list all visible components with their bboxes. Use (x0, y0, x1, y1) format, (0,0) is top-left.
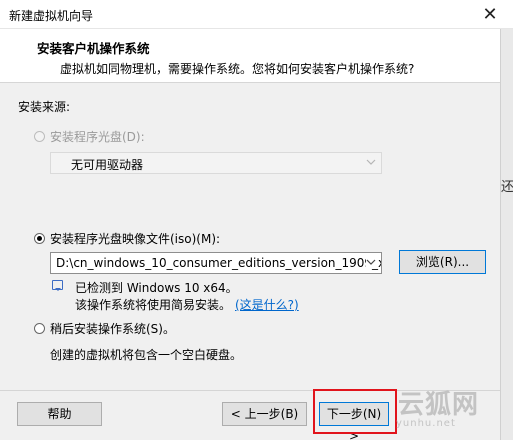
drive-select[interactable]: 无可用驱动器 (50, 152, 382, 174)
chevron-down-icon (366, 159, 376, 165)
watermark-logo: 云狐网 (398, 390, 480, 420)
drive-select-value: 无可用驱动器 (71, 158, 144, 172)
source-label: 安装来源: (18, 100, 71, 114)
watermark: 云狐网 yunhu.net (388, 380, 513, 440)
info-icon (52, 280, 63, 291)
later-radio[interactable] (34, 323, 45, 334)
background-window-edge (500, 29, 513, 440)
window-title: 新建虚拟机向导 (9, 9, 94, 23)
wizard-header: 安装客户机操作系统 虚拟机如同物理机，需要操作系统。您将如何安装客户机操作系统? (0, 29, 513, 83)
later-radio-label: 稍后安装操作系统(S)。 (50, 322, 175, 336)
highlight-box (313, 389, 397, 434)
iso-path-combobox[interactable]: D:\cn_windows_10_consumer_editions_versi… (50, 252, 382, 274)
later-description: 创建的虚拟机将包含一个空白硬盘。 (50, 348, 243, 362)
disc-radio-label: 安装程序光盘(D): (50, 130, 145, 144)
chevron-down-icon (366, 257, 376, 267)
close-icon: ✕ (482, 3, 498, 25)
help-button[interactable]: 帮助 (17, 402, 102, 426)
watermark-url: yunhu.net (396, 418, 456, 429)
back-button[interactable]: < 上一步(B) (222, 402, 307, 426)
browse-button[interactable]: 浏览(R)... (399, 250, 486, 274)
easy-install-message: 该操作系统将使用简易安装。 (75, 298, 232, 312)
iso-radio-label: 安装程序光盘映像文件(iso)(M): (50, 232, 221, 246)
iso-radio[interactable] (34, 233, 45, 244)
detect-message: 已检测到 Windows 10 x64。 (75, 281, 238, 295)
title-bar: 新建虚拟机向导 ✕ (0, 0, 513, 29)
whats-this-link[interactable]: (这是什么?) (235, 296, 299, 313)
background-window-text: 还 (501, 180, 513, 195)
iso-path-value: D:\cn_windows_10_consumer_editions_versi… (56, 256, 382, 270)
page-subtitle: 虚拟机如同物理机，需要操作系统。您将如何安装客户机操作系统? (60, 62, 415, 76)
page-title: 安装客户机操作系统 (37, 41, 150, 56)
close-button[interactable]: ✕ (467, 0, 513, 28)
disc-radio[interactable] (34, 131, 45, 142)
